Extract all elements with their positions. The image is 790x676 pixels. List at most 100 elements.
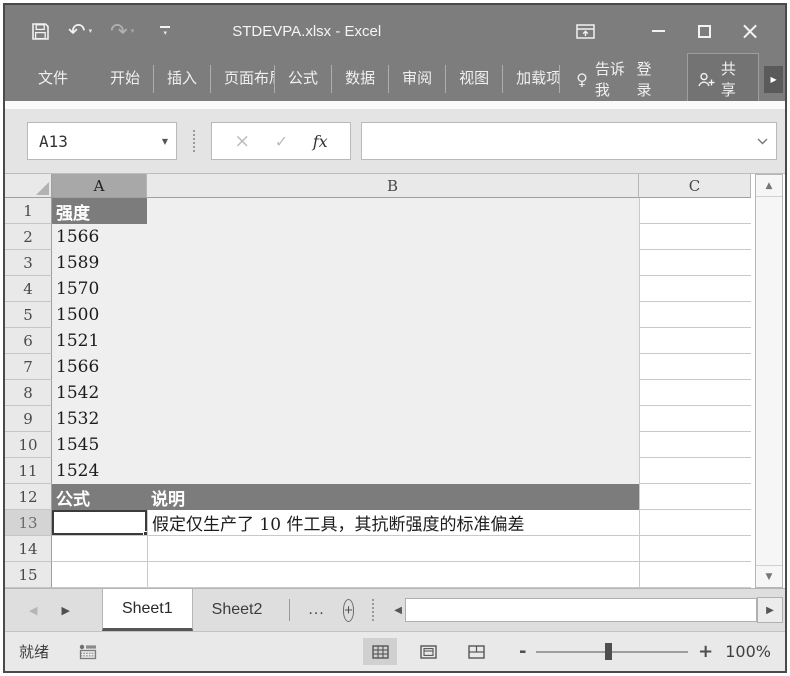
horizontal-scrollbar-thumb[interactable] bbox=[405, 598, 757, 622]
scroll-right-button[interactable]: ▶ bbox=[757, 597, 783, 623]
cell-C10[interactable] bbox=[639, 432, 751, 458]
row-header-11[interactable]: 11 bbox=[5, 458, 52, 484]
ribbon-tab-2[interactable]: 插入 bbox=[153, 65, 210, 93]
cell-C1[interactable] bbox=[639, 198, 751, 224]
undo-dropdown-icon[interactable]: ▾ bbox=[89, 27, 93, 35]
enter-check-icon[interactable]: ✓ bbox=[275, 132, 288, 151]
page-break-preview-button[interactable] bbox=[459, 638, 493, 665]
name-box-dropdown-icon[interactable]: ▼ bbox=[162, 137, 168, 146]
cell-B12[interactable]: 说明 bbox=[147, 484, 639, 510]
ribbon-tab-7[interactable]: 视图 bbox=[445, 65, 502, 93]
cancel-icon[interactable]: × bbox=[234, 130, 250, 152]
cell-B3[interactable] bbox=[147, 250, 639, 276]
cell-A15[interactable] bbox=[52, 562, 147, 588]
cell-C12[interactable] bbox=[639, 484, 751, 510]
row-header-10[interactable]: 10 bbox=[5, 432, 52, 458]
ribbon-display-options-icon[interactable] bbox=[576, 23, 595, 40]
row-header-14[interactable]: 14 bbox=[5, 536, 52, 562]
cell-A8[interactable]: 1542 bbox=[52, 380, 147, 406]
cell-A4[interactable]: 1570 bbox=[52, 276, 147, 302]
macro-record-icon[interactable] bbox=[79, 644, 97, 660]
row-header-5[interactable]: 5 bbox=[5, 302, 52, 328]
sheet-tab-Sheet2[interactable]: Sheet2 bbox=[193, 589, 282, 631]
formula-separator[interactable] bbox=[193, 130, 195, 152]
ribbon-tab-6[interactable]: 审阅 bbox=[388, 65, 445, 93]
cell-A10[interactable]: 1545 bbox=[52, 432, 147, 458]
cell-A11[interactable]: 1524 bbox=[52, 458, 147, 484]
ribbon-tab-4[interactable]: 公式 bbox=[274, 65, 331, 93]
sheet-nav-left-icon[interactable]: ◀ bbox=[29, 604, 37, 617]
share-button[interactable]: 共享 bbox=[686, 53, 760, 105]
cell-B7[interactable] bbox=[147, 354, 639, 380]
formula-input[interactable] bbox=[361, 122, 777, 160]
row-header-7[interactable]: 7 bbox=[5, 354, 52, 380]
cell-A13[interactable] bbox=[52, 510, 147, 536]
cell-B15[interactable] bbox=[147, 562, 639, 588]
row-header-9[interactable]: 9 bbox=[5, 406, 52, 432]
ribbon-tab-1[interactable]: 开始 bbox=[97, 65, 153, 93]
cell-A12[interactable]: 公式 bbox=[52, 484, 147, 510]
save-icon[interactable] bbox=[31, 22, 50, 41]
row-header-2[interactable]: 2 bbox=[5, 224, 52, 250]
close-button[interactable]: × bbox=[727, 14, 773, 48]
cell-B1[interactable] bbox=[147, 198, 639, 224]
sheet-nav-right-icon[interactable]: ▶ bbox=[61, 604, 69, 617]
scroll-down-icon[interactable]: ▼ bbox=[756, 565, 782, 587]
more-sheets-label[interactable]: ... bbox=[308, 601, 324, 619]
cell-B14[interactable] bbox=[147, 536, 639, 562]
row-header-13[interactable]: 13 bbox=[5, 510, 52, 536]
row-header-15[interactable]: 15 bbox=[5, 562, 52, 588]
cell-C7[interactable] bbox=[639, 354, 751, 380]
vertical-scrollbar[interactable]: ▲ ▼ bbox=[755, 174, 783, 588]
sign-in-button[interactable]: 登录 bbox=[636, 58, 664, 100]
horizontal-scrollbar[interactable]: ◀ ▶ bbox=[394, 597, 783, 623]
minimize-button[interactable] bbox=[635, 14, 681, 48]
cell-B2[interactable] bbox=[147, 224, 639, 250]
cell-C13[interactable] bbox=[639, 510, 751, 536]
zoom-slider[interactable] bbox=[536, 642, 689, 660]
cell-B5[interactable] bbox=[147, 302, 639, 328]
redo-button[interactable]: ↷ ▾ bbox=[110, 20, 134, 42]
ribbon-tab-8[interactable]: 加载项 bbox=[502, 65, 561, 93]
cell-A14[interactable] bbox=[52, 536, 147, 562]
row-header-3[interactable]: 3 bbox=[5, 250, 52, 276]
customize-quick-access-button[interactable]: ▾ bbox=[160, 25, 171, 37]
cell-B6[interactable] bbox=[147, 328, 639, 354]
cell-A2[interactable]: 1566 bbox=[52, 224, 147, 250]
scroll-left-icon[interactable]: ◀ bbox=[394, 605, 402, 616]
formula-expand-icon[interactable] bbox=[757, 138, 768, 145]
row-header-1[interactable]: 1 bbox=[5, 198, 52, 224]
cell-A3[interactable]: 1589 bbox=[52, 250, 147, 276]
row-header-12[interactable]: 12 bbox=[5, 484, 52, 510]
zoom-in-button[interactable]: + bbox=[698, 641, 713, 662]
column-header-B[interactable]: B bbox=[147, 174, 639, 198]
name-box[interactable]: A13 ▼ bbox=[27, 122, 177, 160]
cell-A5[interactable]: 1500 bbox=[52, 302, 147, 328]
cell-C2[interactable] bbox=[639, 224, 751, 250]
cell-C6[interactable] bbox=[639, 328, 751, 354]
cell-C4[interactable] bbox=[639, 276, 751, 302]
row-header-6[interactable]: 6 bbox=[5, 328, 52, 354]
cell-C14[interactable] bbox=[639, 536, 751, 562]
cell-A7[interactable]: 1566 bbox=[52, 354, 147, 380]
zoom-slider-handle[interactable] bbox=[604, 642, 612, 660]
new-sheet-button[interactable]: + bbox=[342, 598, 355, 622]
ribbon-tab-3[interactable]: 页面布局 bbox=[210, 65, 274, 93]
fill-handle[interactable] bbox=[143, 531, 147, 535]
cell-C5[interactable] bbox=[639, 302, 751, 328]
cell-B13[interactable]: 假定仅生产了 10 件工具，其抗断强度的标准偏差 bbox=[147, 510, 639, 536]
insert-function-icon[interactable]: fx bbox=[313, 132, 328, 151]
maximize-button[interactable] bbox=[681, 14, 727, 48]
cell-C15[interactable] bbox=[639, 562, 751, 588]
cell-B11[interactable] bbox=[147, 458, 639, 484]
cell-B4[interactable] bbox=[147, 276, 639, 302]
undo-button[interactable]: ↶ ▾ bbox=[68, 20, 93, 42]
column-header-C[interactable]: C bbox=[639, 174, 751, 198]
sheet-tab-Sheet1[interactable]: Sheet1 bbox=[101, 589, 193, 631]
ribbon-tab-5[interactable]: 数据 bbox=[331, 65, 388, 93]
cell-A6[interactable]: 1521 bbox=[52, 328, 147, 354]
page-layout-view-button[interactable] bbox=[411, 638, 445, 665]
ribbon-tab-0[interactable]: 文件 bbox=[25, 65, 81, 93]
zoom-out-button[interactable]: - bbox=[519, 641, 526, 662]
normal-view-button[interactable] bbox=[363, 638, 397, 665]
